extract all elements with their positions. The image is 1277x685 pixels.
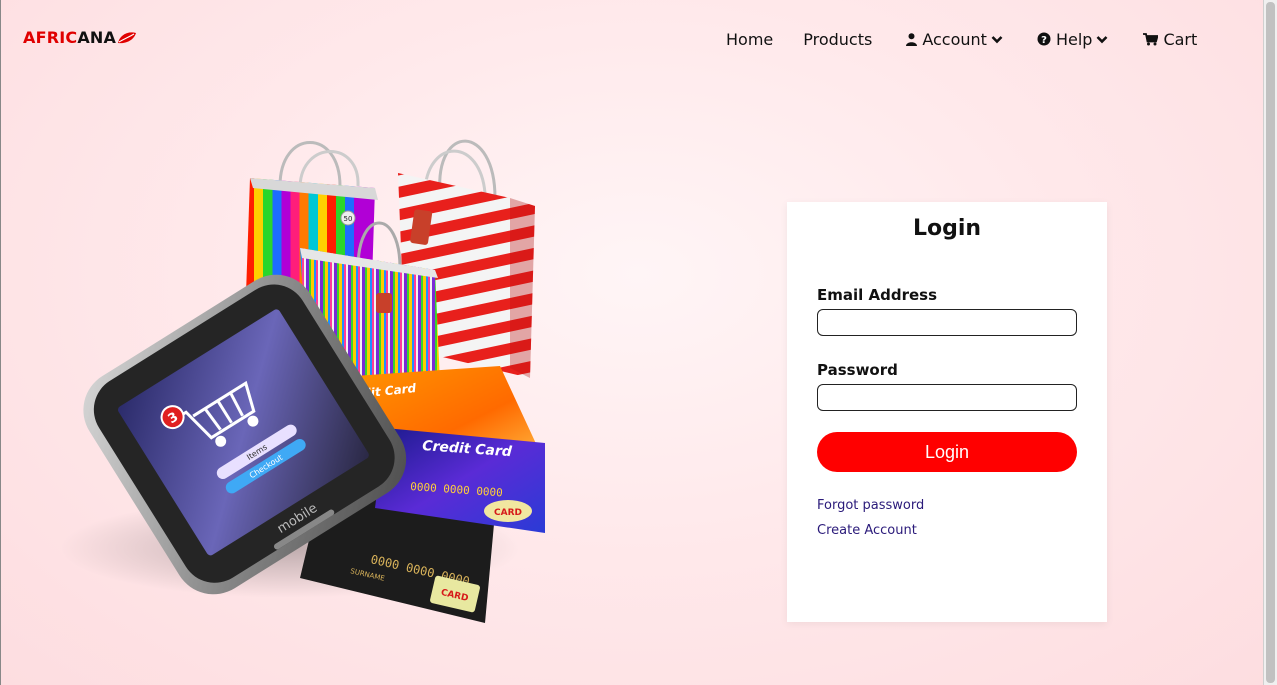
nav-account[interactable]: Account xyxy=(906,28,1003,50)
create-account-link[interactable]: Create Account xyxy=(817,523,917,538)
nav-products-label: Products xyxy=(803,29,873,49)
forgot-password-link[interactable]: Forgot password xyxy=(817,498,924,513)
nav-cart[interactable]: Cart xyxy=(1143,28,1197,50)
window-border xyxy=(0,0,1,685)
brand-logo[interactable]: AFRIC ANA xyxy=(23,28,137,47)
password-label: Password xyxy=(817,361,898,379)
page-scrollbar[interactable] xyxy=(1263,0,1277,685)
nav-home[interactable]: Home xyxy=(726,28,773,50)
leaf-icon xyxy=(118,31,137,43)
shopping-hero-illustration: 50 0000 0000 0000 SURNAME CARD Credit Ca… xyxy=(60,139,545,623)
nav-home-label: Home xyxy=(726,29,774,49)
question-circle-icon: ? xyxy=(1037,32,1051,46)
chevron-down-icon xyxy=(991,35,1003,43)
blue-card-logo: CARD xyxy=(494,508,522,518)
nav-cart-label: Cart xyxy=(1163,29,1198,49)
nav-help-label: Help xyxy=(1055,29,1093,49)
svg-text:?: ? xyxy=(1041,35,1047,46)
chevron-down-icon xyxy=(1097,35,1108,43)
user-icon xyxy=(906,32,918,46)
shopping-cart-icon xyxy=(1143,32,1159,45)
login-title: Login xyxy=(912,216,982,241)
email-label: Email Address xyxy=(817,286,938,304)
nav-help[interactable]: ? Help xyxy=(1037,28,1108,50)
nav-products[interactable]: Products xyxy=(803,28,872,50)
nav-account-label: Account xyxy=(922,29,987,49)
scrollbar-thumb[interactable] xyxy=(1266,2,1275,683)
brand-name-part2: ANA xyxy=(77,28,117,47)
login-button[interactable]: Login xyxy=(817,432,1077,472)
login-card: Login Email Address Password Login Forgo… xyxy=(787,202,1107,622)
brand-name-part1: AFRIC xyxy=(23,28,78,47)
password-field[interactable] xyxy=(817,384,1077,411)
main-nav: Home Products Account ? Help Cart xyxy=(726,28,1197,50)
bag-tag: 50 xyxy=(344,215,353,223)
email-field[interactable] xyxy=(817,309,1077,336)
